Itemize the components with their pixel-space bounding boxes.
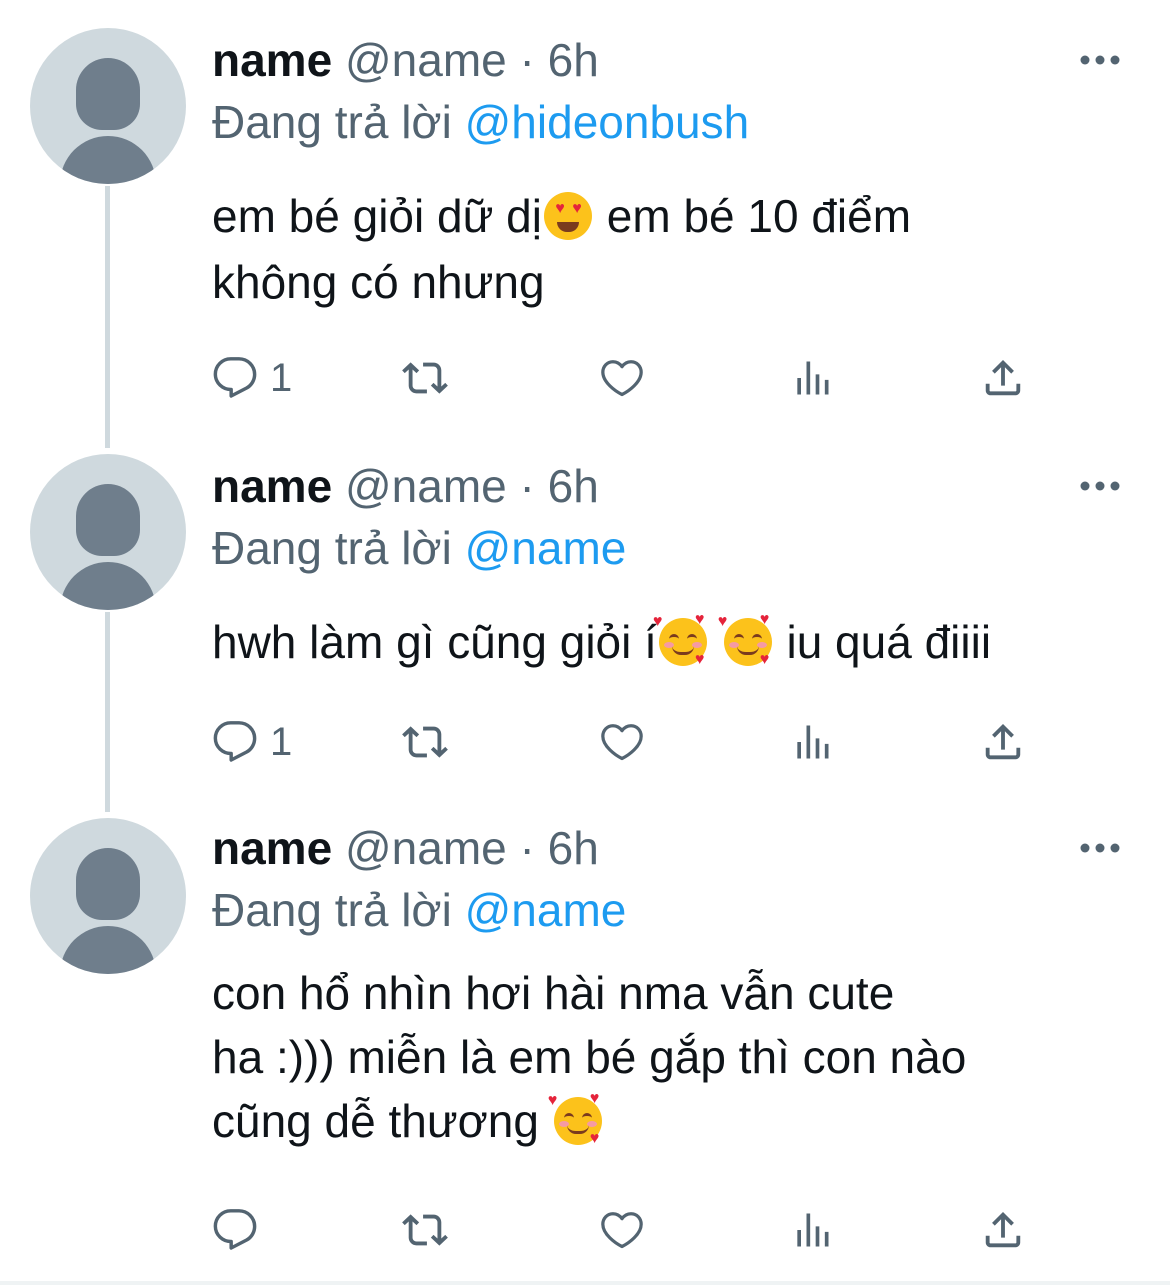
like-button[interactable] xyxy=(598,712,646,772)
replying-to-label: Đang trả lời xyxy=(212,884,452,936)
retweet-button[interactable] xyxy=(400,1200,450,1260)
smiling-face-with-hearts-emoji: ♥ ♥ ♥ xyxy=(718,612,772,668)
display-name[interactable]: name xyxy=(212,460,332,512)
mention-link[interactable]: @name xyxy=(465,884,627,936)
tweet-header: name @name · 6h xyxy=(212,32,1130,88)
reply-button[interactable]: 1 xyxy=(212,348,292,408)
user-handle[interactable]: @name xyxy=(345,460,507,512)
like-button[interactable] xyxy=(598,348,646,408)
retweet-icon xyxy=(402,1214,448,1246)
default-avatar-icon[interactable] xyxy=(30,28,186,184)
tweet[interactable]: name @name · 6h Đang trả lời @hideonbush… xyxy=(0,0,1170,450)
bar-chart-icon xyxy=(797,361,829,395)
tweet-text: hwh làm gì cũng giỏi í ♥ ♥ ♥ ♥ ♥ ♥ iu quá đii… xyxy=(212,611,992,669)
replying-to: Đang trả lời @name xyxy=(212,517,1130,579)
retweet-icon xyxy=(402,362,448,394)
more-dots-icon[interactable] xyxy=(1070,458,1130,514)
more-dots-icon[interactable] xyxy=(1070,32,1130,88)
mention-link[interactable]: @name xyxy=(465,522,627,574)
timestamp[interactable]: 6h xyxy=(548,822,599,874)
smiling-face-with-heart-eyes-emoji: ♥ ♥ xyxy=(543,192,592,240)
separator-dot: · xyxy=(519,822,535,874)
retweet-button[interactable] xyxy=(400,712,450,772)
views-button[interactable] xyxy=(790,1200,834,1260)
tweet-actions: 1 xyxy=(212,348,1042,408)
share-upload-icon xyxy=(985,359,1021,396)
tweet[interactable]: name @name · 6h Đang trả lời @name hwh l… xyxy=(0,450,1170,814)
default-avatar-icon[interactable] xyxy=(30,818,186,974)
replying-to: Đang trả lời @hideonbush xyxy=(212,91,1130,153)
retweet-button[interactable] xyxy=(400,348,450,408)
share-upload-icon xyxy=(985,723,1021,760)
divider xyxy=(0,1281,1170,1285)
replying-to: Đang trả lời @name xyxy=(212,879,1130,941)
tweet-text: con hổ nhìn hơi hài nma vẫn cute ha :)))… xyxy=(212,967,967,1147)
like-button[interactable] xyxy=(598,1200,646,1260)
reply-bubble-icon xyxy=(213,1209,257,1250)
share-upload-icon xyxy=(985,1211,1021,1248)
tweet-text: em bé giỏi dữ dị ♥ ♥ em bé 10 điểm không c… xyxy=(212,190,912,308)
reply-button[interactable] xyxy=(212,1200,270,1260)
replying-to-label: Đang trả lời xyxy=(212,522,452,574)
reply-button[interactable]: 1 xyxy=(212,712,292,772)
reply-bubble-icon xyxy=(213,721,257,762)
smiling-face-with-hearts-emoji: ♥ ♥ ♥ xyxy=(653,612,707,668)
mention-link[interactable]: @hideonbush xyxy=(465,96,750,148)
reply-count: 1 xyxy=(270,719,293,764)
separator-dot: · xyxy=(519,460,535,512)
bar-chart-icon xyxy=(797,725,829,759)
tweet[interactable]: name @name · 6h Đang trả lời @name con h… xyxy=(0,814,1170,1285)
tweet-actions: 1 xyxy=(212,712,1042,772)
separator-dot: · xyxy=(519,34,535,86)
display-name[interactable]: name xyxy=(212,822,332,874)
timestamp[interactable]: 6h xyxy=(548,34,599,86)
tweet-actions xyxy=(212,1200,1042,1260)
default-avatar-icon[interactable] xyxy=(30,454,186,610)
views-button[interactable] xyxy=(790,712,834,772)
user-handle[interactable]: @name xyxy=(345,34,507,86)
tweet-header: name @name · 6h xyxy=(212,458,1130,514)
share-button[interactable] xyxy=(980,1200,1026,1260)
heart-icon xyxy=(601,1212,643,1249)
tweet-header: name @name · 6h xyxy=(212,820,1130,876)
user-handle[interactable]: @name xyxy=(345,822,507,874)
heart-icon xyxy=(601,724,643,761)
reply-count: 1 xyxy=(270,355,293,400)
views-button[interactable] xyxy=(790,348,834,408)
bar-chart-icon xyxy=(797,1213,829,1247)
retweet-icon xyxy=(402,726,448,758)
more-dots-icon[interactable] xyxy=(1070,820,1130,876)
share-button[interactable] xyxy=(980,348,1026,408)
display-name[interactable]: name xyxy=(212,34,332,86)
reply-bubble-icon xyxy=(213,357,257,398)
share-button[interactable] xyxy=(980,712,1026,772)
timestamp[interactable]: 6h xyxy=(548,460,599,512)
replying-to-label: Đang trả lời xyxy=(212,96,452,148)
smiling-face-with-hearts-emoji: ♥ ♥ ♥ xyxy=(548,1091,602,1147)
heart-icon xyxy=(601,360,643,397)
